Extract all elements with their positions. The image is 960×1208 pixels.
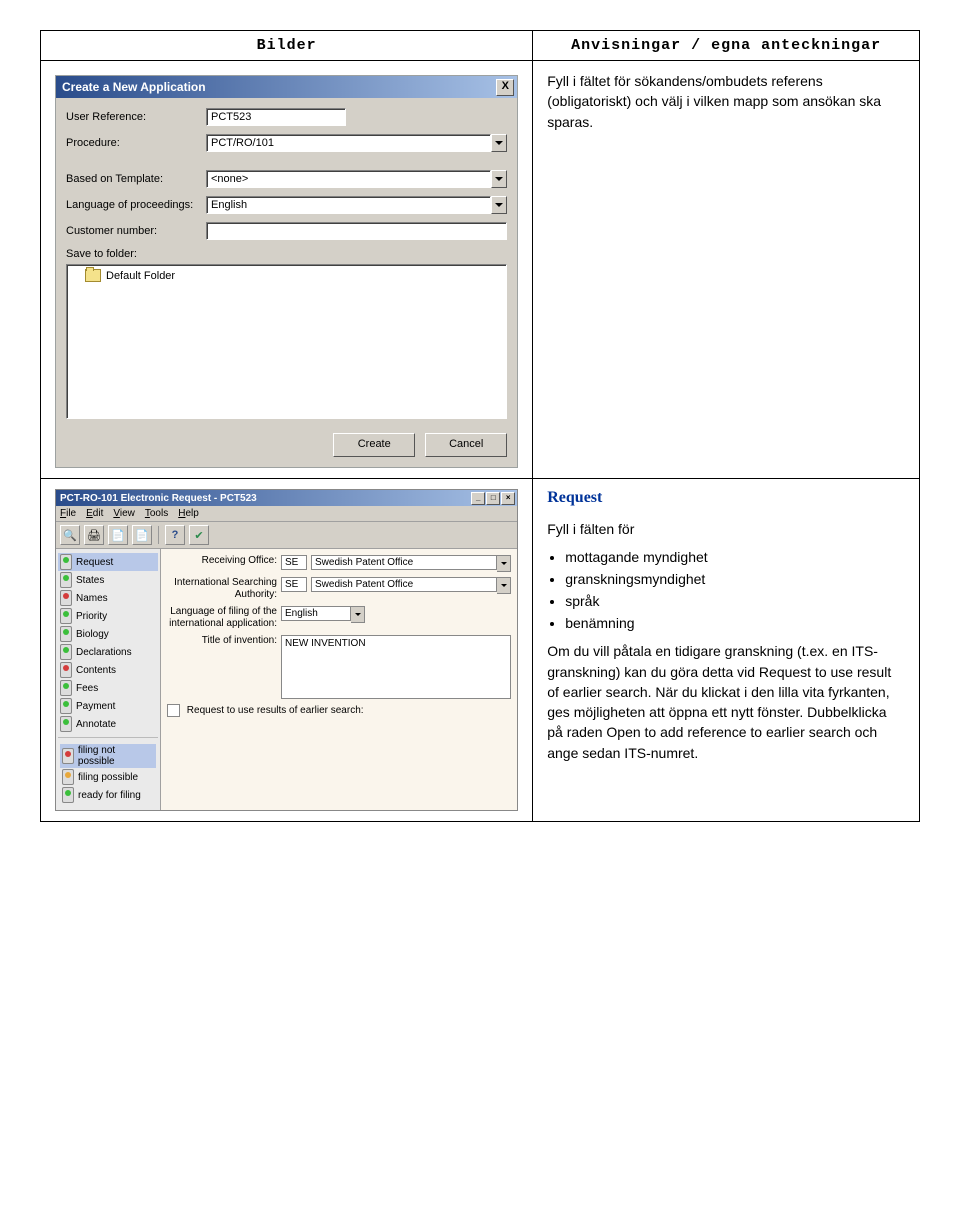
chevron-down-icon[interactable]	[497, 555, 511, 572]
dialog-title: Create a New Application	[62, 80, 206, 94]
procedure-select[interactable]: PCT/RO/101	[206, 134, 491, 152]
nav-names[interactable]: Names	[58, 589, 158, 607]
lang-filing-label: Language of filing of the international …	[167, 606, 277, 630]
minimize-icon[interactable]: _	[471, 492, 485, 505]
doc-icon[interactable]: 📄	[132, 525, 152, 545]
menu-help[interactable]: Help	[178, 508, 199, 519]
pct-request-window: PCT-RO-101 Electronic Request - PCT523 _…	[55, 489, 518, 811]
close-icon[interactable]: X	[496, 79, 514, 96]
nav-annotate[interactable]: Annotate	[58, 715, 158, 733]
nav-priority[interactable]: Priority	[58, 607, 158, 625]
user-reference-input[interactable]: PCT523	[206, 108, 346, 126]
bullet: benämning	[565, 615, 905, 631]
receiving-office-name[interactable]: Swedish Patent Office	[311, 555, 497, 570]
isa-label: International Searching Authority:	[167, 577, 277, 601]
status-light-icon	[60, 698, 72, 714]
save-folder-label: Save to folder:	[66, 248, 507, 260]
doc-icon[interactable]: 📄	[108, 525, 128, 545]
language-select[interactable]: English	[206, 196, 491, 214]
status-light-icon	[62, 769, 74, 785]
isa-name[interactable]: Swedish Patent Office	[311, 577, 497, 592]
menu-tools[interactable]: Tools	[145, 508, 168, 519]
language-label: Language of proceedings:	[66, 199, 206, 211]
menu-file[interactable]: File	[60, 508, 76, 519]
check-icon[interactable]: ✔	[189, 525, 209, 545]
print-icon[interactable]: 🖨	[84, 525, 104, 545]
customer-number-label: Customer number:	[66, 225, 206, 237]
preview-icon[interactable]: 🔍	[60, 525, 80, 545]
folder-tree[interactable]: Default Folder	[66, 264, 507, 419]
maximize-icon[interactable]: □	[486, 492, 500, 505]
status-light-icon	[62, 748, 74, 764]
request-heading: Request	[547, 489, 905, 507]
template-label: Based on Template:	[66, 173, 206, 185]
earlier-search-row: Request to use results of earlier search…	[167, 704, 364, 717]
nav-biology[interactable]: Biology	[58, 625, 158, 643]
user-reference-label: User Reference:	[66, 111, 206, 123]
folder-label: Default Folder	[106, 270, 175, 282]
title-invention-input[interactable]: NEW INVENTION	[281, 635, 511, 699]
nav-request[interactable]: Request	[58, 553, 158, 571]
status-light-icon	[60, 716, 72, 732]
header-right: Anvisningar / egna anteckningar	[533, 31, 920, 61]
lang-filing-select[interactable]: English	[281, 606, 351, 621]
legend: filing not possible filing possible read…	[58, 742, 158, 806]
request-intro: Fyll i fälten för	[547, 519, 905, 539]
bullet: granskningsmyndighet	[565, 571, 905, 587]
folder-item[interactable]: Default Folder	[73, 269, 500, 282]
customer-number-input[interactable]	[206, 222, 507, 240]
create-application-dialog: Create a New Application X User Referenc…	[55, 75, 518, 468]
status-light-icon	[60, 680, 72, 696]
app-titlebar: PCT-RO-101 Electronic Request - PCT523 _…	[56, 490, 517, 506]
nav-panel: Request States Names Priority Biology De…	[56, 549, 161, 810]
status-light-icon	[60, 662, 72, 678]
chevron-down-icon[interactable]	[491, 196, 507, 214]
status-light-icon	[60, 590, 72, 606]
form-panel: Receiving Office: SE Swedish Patent Offi…	[161, 549, 517, 810]
bullet: språk	[565, 593, 905, 609]
chevron-down-icon[interactable]	[491, 134, 507, 152]
status-light-icon	[60, 554, 72, 570]
nav-divider	[58, 737, 158, 738]
earlier-search-checkbox[interactable]	[167, 704, 180, 717]
receiving-office-label: Receiving Office:	[167, 555, 277, 567]
title-invention-label: Title of invention:	[167, 635, 277, 647]
chevron-down-icon[interactable]	[351, 606, 365, 623]
earlier-search-label: Request to use results of earlier search…	[187, 705, 364, 716]
nav-fees[interactable]: Fees	[58, 679, 158, 697]
chevron-down-icon[interactable]	[491, 170, 507, 188]
instruction-text-1: Fyll i fältet för sökandens/ombudets ref…	[547, 71, 905, 132]
close-icon[interactable]: ×	[501, 492, 515, 505]
template-select[interactable]: <none>	[206, 170, 491, 188]
bullet: mottagande myndighet	[565, 549, 905, 565]
status-light-icon	[60, 626, 72, 642]
procedure-label: Procedure:	[66, 137, 206, 149]
toolbar: 🔍 🖨 📄 📄 ? ✔	[56, 522, 517, 549]
isa-code[interactable]: SE	[281, 577, 307, 592]
header-left: Bilder	[41, 31, 533, 61]
menu-view[interactable]: View	[113, 508, 135, 519]
nav-states[interactable]: States	[58, 571, 158, 589]
status-light-icon	[60, 644, 72, 660]
folder-icon	[85, 269, 101, 282]
create-button[interactable]: Create	[333, 433, 415, 457]
status-light-icon	[60, 572, 72, 588]
cancel-button[interactable]: Cancel	[425, 433, 507, 457]
status-light-icon	[60, 608, 72, 624]
status-light-icon	[62, 787, 74, 803]
receiving-office-code[interactable]: SE	[281, 555, 307, 570]
layout-table: Bilder Anvisningar / egna anteckningar C…	[40, 30, 920, 822]
request-bullets: mottagande myndighet granskningsmyndighe…	[565, 549, 905, 631]
dialog-titlebar: Create a New Application X	[56, 76, 517, 98]
nav-declarations[interactable]: Declarations	[58, 643, 158, 661]
toolbar-divider	[158, 526, 159, 544]
help-icon[interactable]: ?	[165, 525, 185, 545]
request-para: Om du vill påtala en tidigare granskning…	[547, 641, 905, 763]
nav-contents[interactable]: Contents	[58, 661, 158, 679]
menu-edit[interactable]: Edit	[86, 508, 103, 519]
menu-bar: File Edit View Tools Help	[56, 506, 517, 522]
app-title: PCT-RO-101 Electronic Request - PCT523	[60, 493, 257, 504]
chevron-down-icon[interactable]	[497, 577, 511, 594]
nav-payment[interactable]: Payment	[58, 697, 158, 715]
